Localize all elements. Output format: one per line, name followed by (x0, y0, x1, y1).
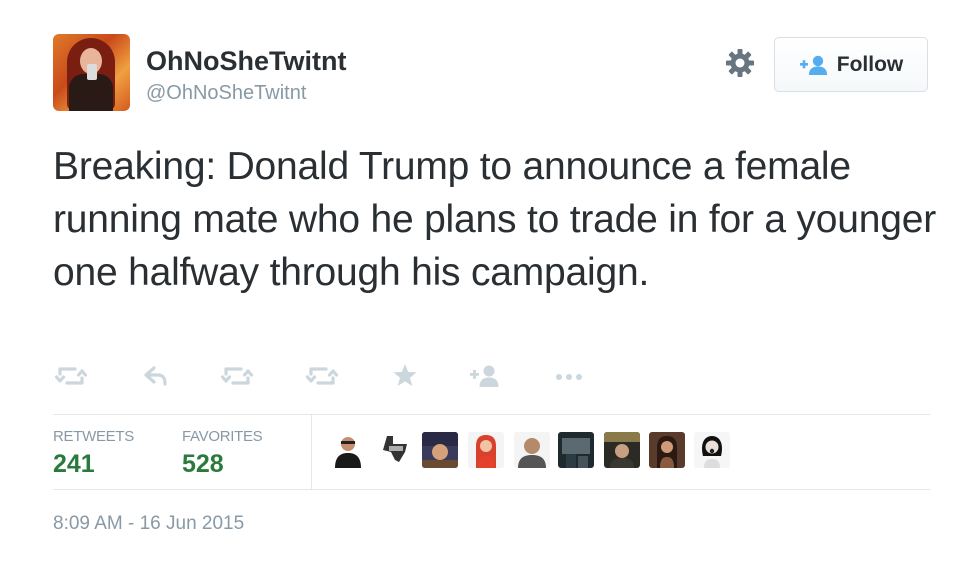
avatar-phone (87, 64, 97, 80)
follow-button-label: Follow (836, 52, 904, 76)
favoriter-avatar[interactable] (422, 432, 458, 468)
star-icon[interactable] (392, 362, 418, 390)
retweets-count[interactable]: 241 (53, 450, 95, 479)
display-name[interactable]: OhNoSheTwitnt (146, 46, 346, 77)
retweets-label[interactable]: RETWEETS (53, 428, 134, 445)
favorites-count[interactable]: 528 (182, 450, 224, 479)
favoriter-avatar[interactable] (649, 432, 685, 468)
favoriter-avatar[interactable] (330, 432, 366, 468)
favoriter-avatar[interactable] (558, 432, 594, 468)
stats-divider-vertical (311, 415, 312, 489)
stats-divider-top (53, 414, 930, 415)
reply-icon[interactable] (143, 362, 169, 390)
retweet-icon[interactable] (306, 362, 338, 390)
add-user-icon[interactable] (469, 362, 501, 390)
favorites-label[interactable]: FAVORITES (182, 428, 263, 445)
more-icon[interactable] (553, 362, 585, 390)
favoriter-avatar[interactable] (377, 432, 413, 468)
follow-button[interactable]: Follow (774, 37, 928, 92)
favoriter-avatar[interactable] (694, 432, 730, 468)
avatar[interactable] (53, 34, 130, 111)
favoriter-avatar[interactable] (514, 432, 550, 468)
add-user-icon (799, 55, 827, 75)
favoriter-avatar[interactable] (468, 432, 504, 468)
stats-divider-bottom (53, 489, 930, 490)
tweet-text: Breaking: Donald Trump to announce a fem… (53, 145, 937, 294)
user-handle[interactable]: @OhNoSheTwitnt (146, 82, 306, 105)
tweet-timestamp[interactable]: 8:09 AM - 16 Jun 2015 (53, 513, 244, 535)
retweet-icon[interactable] (55, 362, 87, 390)
retweet-icon[interactable] (221, 362, 253, 390)
gear-icon[interactable] (725, 48, 755, 78)
favoriter-avatar[interactable] (604, 432, 640, 468)
